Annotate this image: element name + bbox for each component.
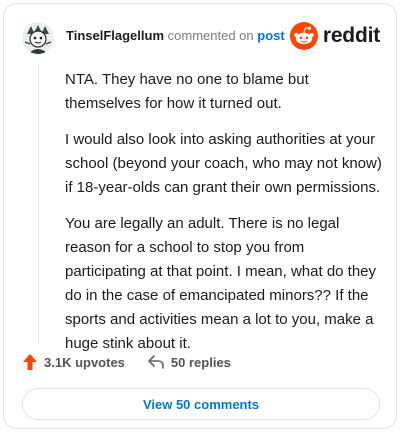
username-link[interactable]: TinselFlagellum [66, 28, 164, 43]
comment-paragraph: You are legally an adult. There is no le… [65, 215, 377, 352]
thread-line [38, 64, 39, 344]
upvote-count: 3.1K upvotes [44, 354, 125, 370]
comment-header: TinselFlagellum commented on post reddit [22, 18, 380, 54]
reply-arrow-icon [148, 355, 164, 369]
reddit-brand[interactable]: reddit [289, 22, 380, 50]
reddit-logo-icon [289, 22, 318, 50]
comment-paragraph: I would also look into asking authoritie… [65, 131, 382, 196]
comment-paragraph: NTA. They have no one to blame but thems… [65, 71, 309, 112]
post-link[interactable]: post [257, 28, 284, 43]
upvote-button[interactable]: 3.1K upvotes [22, 353, 125, 371]
avatar-icon[interactable] [22, 22, 54, 54]
replies-count: 50 replies [170, 354, 231, 370]
commented-on-text: commented on [167, 28, 254, 43]
upvote-arrow-icon [23, 354, 37, 370]
comment-actions: 3.1K upvotes 50 replies [22, 350, 231, 374]
replies-button[interactable]: 50 replies [147, 354, 231, 370]
comment-meta: TinselFlagellum commented on post [66, 28, 285, 44]
comment-body: NTA. They have no one to blame but thems… [65, 68, 385, 368]
reddit-wordmark: reddit [322, 24, 380, 47]
comment-card: TinselFlagellum commented on post reddit… [3, 3, 397, 429]
view-comments-button[interactable]: View 50 comments [22, 388, 380, 420]
